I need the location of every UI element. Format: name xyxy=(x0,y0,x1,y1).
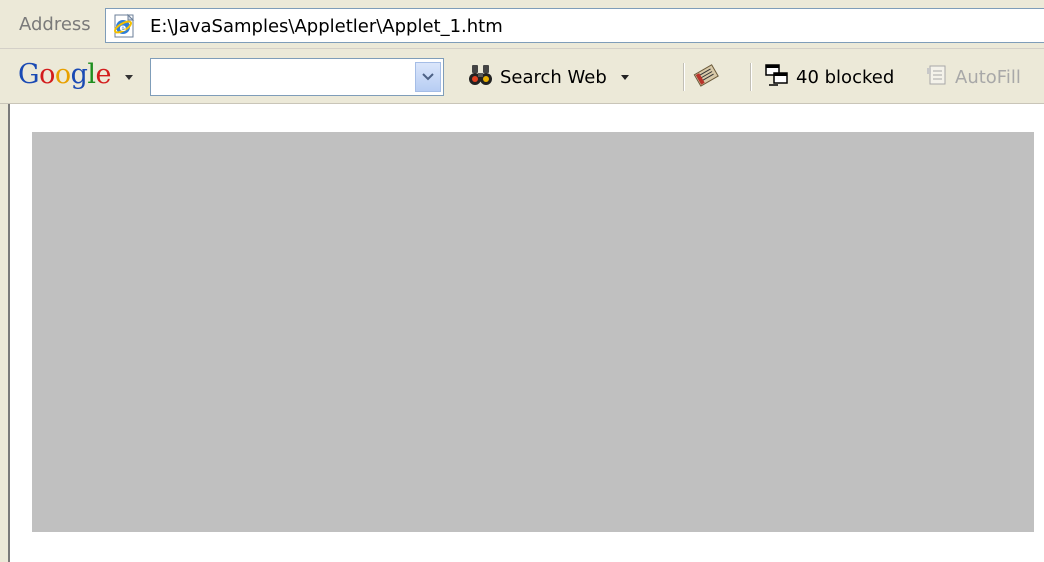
ie-page-icon: e xyxy=(112,13,138,39)
address-field[interactable]: e E:\JavaSamples\Appletler\Applet_1.htm xyxy=(105,8,1044,43)
google-toolbar: Google Search Web 40 blocked AutoFill xyxy=(0,49,1044,104)
search-web-label: Search Web xyxy=(500,66,607,88)
news-button[interactable] xyxy=(693,58,733,96)
autofill-icon xyxy=(925,63,949,91)
google-menu-caret-icon[interactable] xyxy=(125,75,133,80)
svg-text:e: e xyxy=(120,23,127,34)
news-icon xyxy=(693,62,719,92)
search-web-caret-icon[interactable] xyxy=(620,74,629,80)
address-label: Address xyxy=(19,14,91,35)
binoculars-icon xyxy=(468,62,494,92)
java-applet-area[interactable] xyxy=(32,132,1034,532)
address-bar: Address e E:\JavaSamples\Appletler\Apple… xyxy=(0,0,1044,49)
search-dropdown-button[interactable] xyxy=(415,62,441,92)
chevron-down-icon xyxy=(422,73,434,81)
autofill-label: AutoFill xyxy=(955,66,1021,88)
popup-blocker-icon xyxy=(764,62,790,92)
toolbar-separator xyxy=(683,63,685,91)
search-web-button[interactable]: Search Web xyxy=(468,58,678,96)
google-logo[interactable]: Google xyxy=(18,58,112,92)
autofill-button[interactable]: AutoFill xyxy=(925,58,1044,96)
address-url-text: E:\JavaSamples\Appletler\Applet_1.htm xyxy=(150,16,503,37)
popup-blocker-button[interactable]: 40 blocked xyxy=(764,58,914,96)
google-search-input[interactable] xyxy=(150,58,444,96)
blocked-count-label: 40 blocked xyxy=(796,66,895,88)
toolbar-separator xyxy=(750,63,752,91)
